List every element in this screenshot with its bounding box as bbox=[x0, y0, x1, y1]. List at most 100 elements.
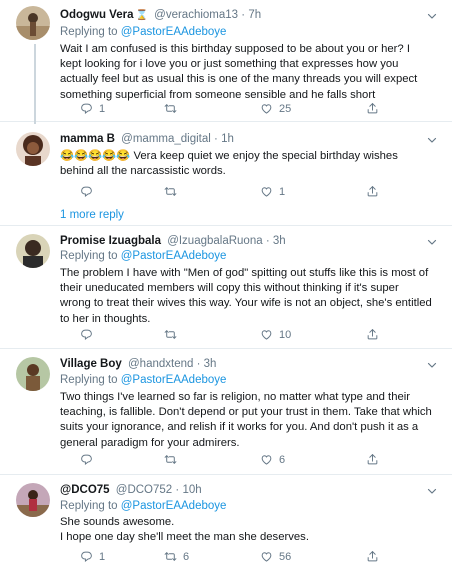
chevron-down-icon[interactable] bbox=[426, 236, 438, 248]
like-count: 56 bbox=[279, 550, 292, 563]
replying-to-label: Replying to bbox=[60, 26, 118, 38]
mention-link[interactable]: @PastorEAAdeboye bbox=[121, 250, 227, 262]
reply-button[interactable] bbox=[80, 328, 99, 341]
retweet-button[interactable]: 6 bbox=[164, 550, 189, 563]
share-button[interactable] bbox=[366, 102, 379, 115]
more-replies-link[interactable]: 1 more reply bbox=[60, 209, 124, 221]
share-icon bbox=[366, 550, 379, 563]
separator-dot: · bbox=[196, 358, 201, 370]
reply-button[interactable]: 1 bbox=[80, 102, 105, 115]
like-icon bbox=[260, 453, 273, 466]
like-icon bbox=[260, 185, 273, 198]
share-button[interactable] bbox=[366, 328, 379, 341]
share-button[interactable] bbox=[366, 453, 379, 466]
retweet-icon bbox=[164, 185, 177, 198]
like-button[interactable]: 25 bbox=[260, 102, 291, 115]
chevron-down-icon[interactable] bbox=[426, 359, 438, 371]
display-name[interactable]: mamma B bbox=[60, 133, 115, 145]
tweet[interactable]: Promise Izuagbala @IzuagbalaRuona · 3h R… bbox=[0, 226, 452, 349]
display-name[interactable]: Promise Izuagbala bbox=[60, 235, 161, 247]
like-icon bbox=[260, 328, 273, 341]
retweet-icon bbox=[164, 453, 177, 466]
separator-dot: · bbox=[175, 484, 180, 496]
like-count: 6 bbox=[279, 453, 286, 466]
reply-icon bbox=[80, 185, 93, 198]
share-icon bbox=[366, 185, 379, 198]
replying-to-label: Replying to bbox=[60, 374, 118, 386]
tweet-actions: 6 bbox=[60, 453, 400, 469]
display-name[interactable]: Odogwu Vera bbox=[60, 9, 134, 21]
share-button[interactable] bbox=[366, 185, 379, 198]
user-handle[interactable]: @handxtend bbox=[128, 358, 193, 370]
retweet-button[interactable] bbox=[164, 185, 183, 198]
timestamp[interactable]: 3h bbox=[204, 358, 217, 370]
tweet[interactable]: Odogwu Vera ⌛ @verachioma13 · 7h Replying… bbox=[0, 0, 452, 124]
user-handle[interactable]: @mamma_digital bbox=[121, 133, 211, 145]
retweet-button[interactable] bbox=[164, 453, 183, 466]
timestamp[interactable]: 10h bbox=[182, 484, 201, 496]
tweet-text: She sounds awesome. I hope one day she'l… bbox=[60, 515, 432, 545]
replying-to: Replying to @PastorEAAdeboye bbox=[60, 500, 226, 512]
reply-button[interactable]: 1 bbox=[80, 550, 105, 563]
user-handle[interactable]: @DCO752 bbox=[116, 484, 172, 496]
tweet[interactable]: @DCO75 @DCO752 · 10h Replying to @Pastor… bbox=[0, 475, 452, 577]
like-button[interactable]: 10 bbox=[260, 328, 291, 341]
reply-button[interactable] bbox=[80, 453, 99, 466]
mention-link[interactable]: @PastorEAAdeboye bbox=[121, 500, 227, 512]
display-name[interactable]: Village Boy bbox=[60, 358, 122, 370]
timestamp[interactable]: 3h bbox=[273, 235, 286, 247]
chevron-down-icon[interactable] bbox=[426, 134, 438, 146]
timestamp[interactable]: 7h bbox=[248, 9, 261, 21]
tweet-header: Odogwu Vera ⌛ @verachioma13 · 7h bbox=[60, 9, 424, 21]
reply-count: 1 bbox=[99, 102, 106, 115]
tweet-actions: 1 6 56 bbox=[60, 550, 400, 566]
share-icon bbox=[366, 453, 379, 466]
replying-to-label: Replying to bbox=[60, 500, 118, 512]
avatar[interactable] bbox=[16, 357, 50, 391]
tweet[interactable]: mamma B @mamma_digital · 1h 😂😂😂😂😂 Vera k… bbox=[0, 122, 452, 226]
reply-icon bbox=[80, 453, 93, 466]
tweet-line: She sounds awesome. bbox=[60, 516, 175, 528]
tweet-actions: 1 25 bbox=[60, 102, 400, 118]
user-handle[interactable]: @verachioma13 bbox=[154, 9, 238, 21]
replying-to-label: Replying to bbox=[60, 250, 118, 262]
like-button[interactable]: 56 bbox=[260, 550, 291, 563]
tweet-line: I hope one day she'll meet the man she d… bbox=[60, 531, 309, 544]
chevron-down-icon[interactable] bbox=[426, 485, 438, 497]
like-icon bbox=[260, 102, 273, 115]
tweet-text: Two things I've learned so far is religi… bbox=[60, 391, 432, 449]
retweet-button[interactable] bbox=[164, 102, 183, 115]
share-icon bbox=[366, 102, 379, 115]
avatar[interactable] bbox=[16, 132, 50, 166]
like-button[interactable]: 1 bbox=[260, 185, 285, 198]
avatar[interactable] bbox=[16, 483, 50, 517]
chevron-down-icon[interactable] bbox=[426, 10, 438, 22]
avatar[interactable] bbox=[16, 234, 50, 268]
retweet-count: 6 bbox=[183, 550, 190, 563]
tweet-actions: 1 bbox=[60, 185, 400, 201]
reply-count: 1 bbox=[99, 550, 106, 563]
reply-icon bbox=[80, 550, 93, 563]
like-count: 25 bbox=[279, 102, 292, 115]
tweet[interactable]: Village Boy @handxtend · 3h Replying to … bbox=[0, 349, 452, 475]
replying-to: Replying to @PastorEAAdeboye bbox=[60, 374, 226, 386]
mention-link[interactable]: @PastorEAAdeboye bbox=[121, 374, 227, 386]
tweet-text: 😂😂😂😂😂 Vera keep quiet we enjoy the speci… bbox=[60, 149, 432, 179]
reply-button[interactable] bbox=[80, 185, 99, 198]
timestamp[interactable]: 1h bbox=[221, 133, 234, 145]
tweet-text: The problem I have with "Men of god" spi… bbox=[60, 267, 432, 325]
like-icon bbox=[260, 550, 273, 563]
retweet-button[interactable] bbox=[164, 328, 183, 341]
separator-dot: · bbox=[214, 133, 218, 145]
retweet-icon bbox=[164, 102, 177, 115]
replying-to: Replying to @PastorEAAdeboye bbox=[60, 250, 226, 262]
separator-dot: · bbox=[241, 9, 246, 21]
mention-link[interactable]: @PastorEAAdeboye bbox=[121, 26, 227, 38]
user-handle[interactable]: @IzuagbalaRuona bbox=[167, 235, 262, 247]
display-name[interactable]: @DCO75 bbox=[60, 484, 110, 496]
tweet-header: mamma B @mamma_digital · 1h bbox=[60, 133, 424, 145]
avatar[interactable] bbox=[16, 6, 50, 40]
reply-icon bbox=[80, 102, 93, 115]
share-button[interactable] bbox=[366, 550, 379, 563]
like-button[interactable]: 6 bbox=[260, 453, 285, 466]
